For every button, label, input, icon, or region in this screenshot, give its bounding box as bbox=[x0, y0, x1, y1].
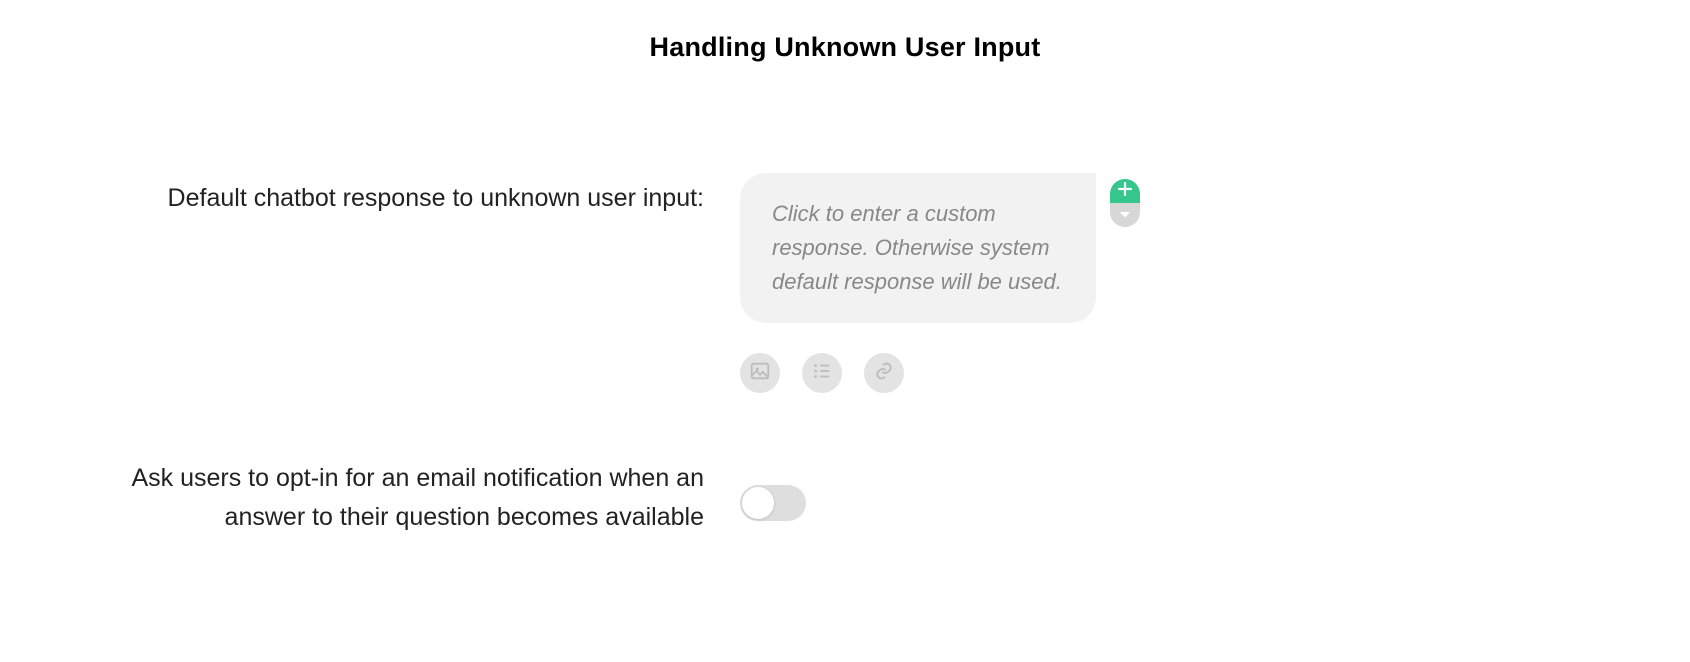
list-icon bbox=[811, 360, 833, 387]
response-side-buttons bbox=[1110, 179, 1140, 227]
attach-link-button[interactable] bbox=[864, 353, 904, 393]
image-icon bbox=[749, 360, 771, 387]
plus-icon bbox=[1118, 182, 1132, 201]
attach-image-button[interactable] bbox=[740, 353, 780, 393]
form-section: Default chatbot response to unknown user… bbox=[0, 173, 1690, 537]
chevron-down-icon bbox=[1119, 206, 1131, 224]
default-response-input[interactable]: Click to enter a custom response. Otherw… bbox=[740, 173, 1096, 323]
link-icon bbox=[874, 361, 894, 386]
attach-list-button[interactable] bbox=[802, 353, 842, 393]
default-response-label: Default chatbot response to unknown user… bbox=[100, 179, 704, 218]
control-col bbox=[740, 453, 1590, 521]
label-col: Default chatbot response to unknown user… bbox=[100, 173, 740, 218]
label-col: Ask users to opt-in for an email notific… bbox=[100, 453, 740, 537]
page-title: Handling Unknown User Input bbox=[0, 0, 1690, 63]
toggle-knob bbox=[742, 487, 774, 519]
control-col: Click to enter a custom response. Otherw… bbox=[740, 173, 1590, 393]
attachment-row bbox=[740, 353, 1590, 393]
expand-response-button[interactable] bbox=[1110, 203, 1140, 227]
opt-in-toggle[interactable] bbox=[740, 485, 806, 521]
row-opt-in: Ask users to opt-in for an email notific… bbox=[100, 453, 1590, 537]
add-response-button[interactable] bbox=[1110, 179, 1140, 203]
row-default-response: Default chatbot response to unknown user… bbox=[100, 173, 1590, 393]
opt-in-label: Ask users to opt-in for an email notific… bbox=[100, 459, 704, 537]
